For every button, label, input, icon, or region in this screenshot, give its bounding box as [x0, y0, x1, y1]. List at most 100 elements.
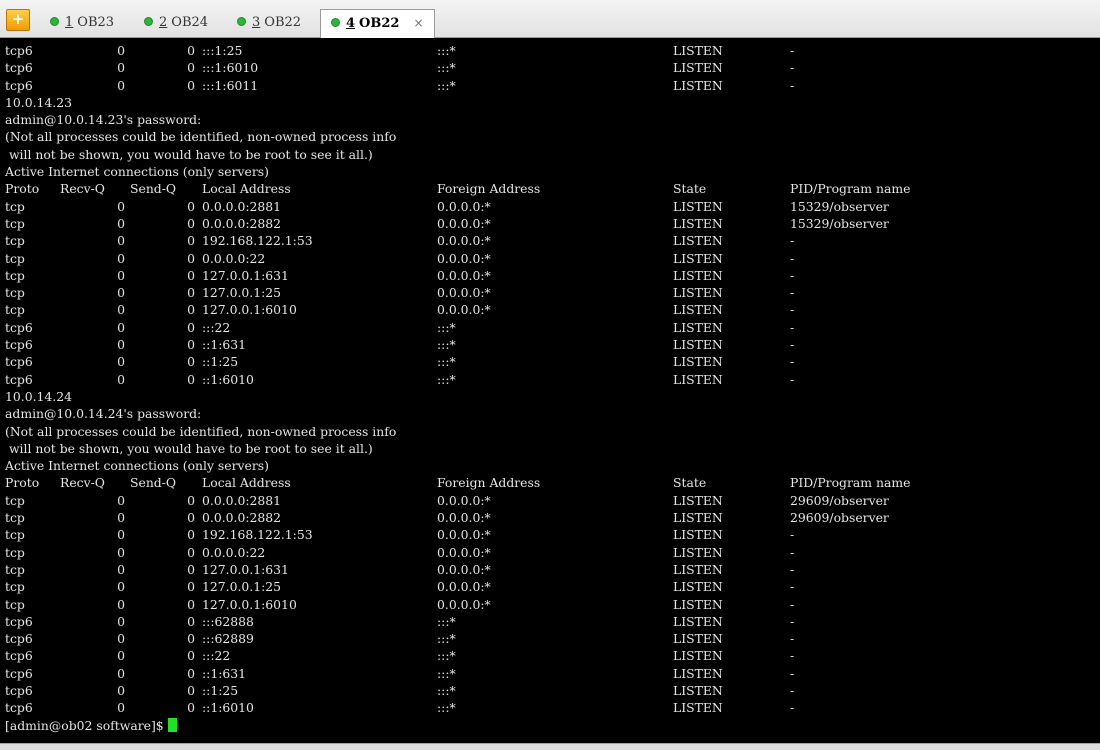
cell: :::1:6010 — [202, 60, 259, 76]
prompt-text: [admin@ob02 software]$ — [5, 717, 164, 733]
cell: tcp6 — [5, 354, 33, 370]
cell: ::1:6010 — [202, 371, 254, 387]
session-status-icon — [144, 17, 153, 26]
cell: 127.0.0.1:6010 — [202, 596, 297, 612]
cell: Proto — [5, 475, 40, 491]
tab-number: 3 — [252, 15, 261, 30]
cell: tcp6 — [5, 77, 33, 93]
cell: LISTEN — [673, 613, 723, 629]
cell: tcp — [5, 544, 25, 560]
tab-session-1[interactable]: 1 OB23 — [50, 11, 114, 37]
cell: 0 — [117, 613, 125, 629]
cell: 0 — [187, 43, 195, 58]
cell: - — [790, 648, 795, 664]
table-row: tcp6 0 0:::1:25:::* LISTEN - — [5, 42, 1100, 59]
cell: LISTEN — [673, 60, 723, 76]
tab-title: OB24 — [171, 15, 209, 30]
cell: 127.0.0.1:25 — [202, 579, 282, 595]
cell: 29609/observer — [790, 492, 889, 508]
cell: - — [790, 527, 795, 543]
cell: ::1:25 — [202, 682, 239, 698]
cell: LISTEN — [673, 354, 723, 370]
cell: - — [790, 43, 795, 58]
cell: PID/Program name — [790, 181, 911, 197]
cell: LISTEN — [673, 371, 723, 387]
output-line: admin@10.0.14.24's password: — [5, 405, 1100, 422]
cell: 0 — [117, 233, 125, 249]
cell: 0 — [187, 60, 195, 76]
cell: - — [790, 631, 795, 647]
tab-session-2[interactable]: 2 OB24 — [144, 11, 208, 37]
cell: :::22 — [202, 319, 231, 335]
cell: 0 — [117, 302, 125, 318]
table-row: tcp 0 0 127.0.0.1:6010 0.0.0.0:* LISTEN - — [5, 596, 1100, 613]
cell: 0 — [117, 43, 125, 58]
command-prompt[interactable]: [admin@ob02 software]$ — [5, 717, 1100, 734]
cell: 0.0.0.0:2881 — [202, 492, 282, 508]
tab-bar: + 1 OB23 2 OB24 3 OB22 4 OB22 × — [0, 0, 1100, 38]
tab-title: OB22 — [264, 15, 302, 30]
output-line: Active Internet connections (only server… — [5, 163, 1100, 180]
cell: :::22 — [202, 648, 231, 664]
cell: LISTEN — [673, 665, 723, 681]
terminal-output[interactable]: tcp6 0 0:::1:25:::* LISTEN - tcp6 0 0:::1:6010:… — [0, 38, 1100, 743]
cell: 0.0.0.0:* — [437, 285, 491, 301]
table-row: tcp6 0 0::1:25:::* LISTEN - — [5, 353, 1100, 370]
cell: 0.0.0.0:* — [437, 596, 491, 612]
line-text: will not be shown, you would have to be … — [5, 146, 373, 162]
table-row: tcp6 0 0:::62889:::* LISTEN - — [5, 630, 1100, 647]
line-text: 10.0.14.23 — [5, 94, 72, 110]
cell: :::62888 — [202, 613, 254, 629]
text-cursor — [167, 717, 177, 732]
cell: LISTEN — [673, 544, 723, 560]
cell: - — [790, 60, 795, 76]
line-text: admin@10.0.14.24's password: — [5, 406, 202, 422]
tab-session-3[interactable]: 3 OB22 — [237, 11, 301, 37]
cell: tcp — [5, 267, 25, 283]
plus-icon: + — [11, 10, 25, 28]
cell: 0 — [117, 527, 125, 543]
cell: Send-Q — [130, 475, 177, 491]
line-text: Active Internet connections (only server… — [5, 458, 269, 474]
cell: 0 — [117, 354, 125, 370]
cell: 0 — [187, 510, 195, 526]
cell: - — [790, 579, 795, 595]
cell: tcp6 — [5, 665, 33, 681]
table-row: tcp 0 0 192.168.122.1:53 0.0.0.0:* LISTEN - — [5, 232, 1100, 249]
cell: 127.0.0.1:631 — [202, 267, 289, 283]
cell: :::62889 — [202, 631, 254, 647]
cell: tcp — [5, 579, 25, 595]
cell: 0 — [117, 371, 125, 387]
cell: :::* — [437, 60, 456, 76]
cell: 0 — [117, 561, 125, 577]
cell: - — [790, 596, 795, 612]
line-text: 10.0.14.24 — [5, 388, 72, 404]
tab-title: OB23 — [77, 15, 115, 30]
new-tab-button[interactable]: + — [6, 9, 30, 31]
tab-session-4[interactable]: 4 OB22 × — [320, 9, 435, 38]
cell: LISTEN — [673, 682, 723, 698]
session-status-icon — [237, 17, 246, 26]
cell: LISTEN — [673, 700, 723, 716]
cell: Proto — [5, 181, 40, 197]
cell: - — [790, 233, 795, 249]
cell: tcp — [5, 198, 25, 214]
line-text: (Not all processes could be identified, … — [5, 129, 397, 145]
cell: LISTEN — [673, 302, 723, 318]
cell: 127.0.0.1:631 — [202, 561, 289, 577]
table-row: tcp 0 0 192.168.122.1:53 0.0.0.0:* LISTEN - — [5, 526, 1100, 543]
cell: :::1:25 — [202, 43, 243, 58]
tab-number: 1 — [65, 15, 74, 30]
cell: :::* — [437, 337, 456, 353]
cell: 15329/observer — [790, 198, 889, 214]
close-icon[interactable]: × — [413, 16, 423, 30]
table-row: tcp6 0 0::1:631:::* LISTEN - — [5, 665, 1100, 682]
cell: ::1:6010 — [202, 700, 254, 716]
cell: :::* — [437, 77, 456, 93]
cell: LISTEN — [673, 492, 723, 508]
cell: 15329/observer — [790, 215, 889, 231]
cell: 0 — [187, 648, 195, 664]
cell: tcp6 — [5, 337, 33, 353]
cell: Local Address — [202, 475, 291, 491]
table-row: tcp 0 0 0.0.0.0:22 0.0.0.0:* LISTEN - — [5, 250, 1100, 267]
